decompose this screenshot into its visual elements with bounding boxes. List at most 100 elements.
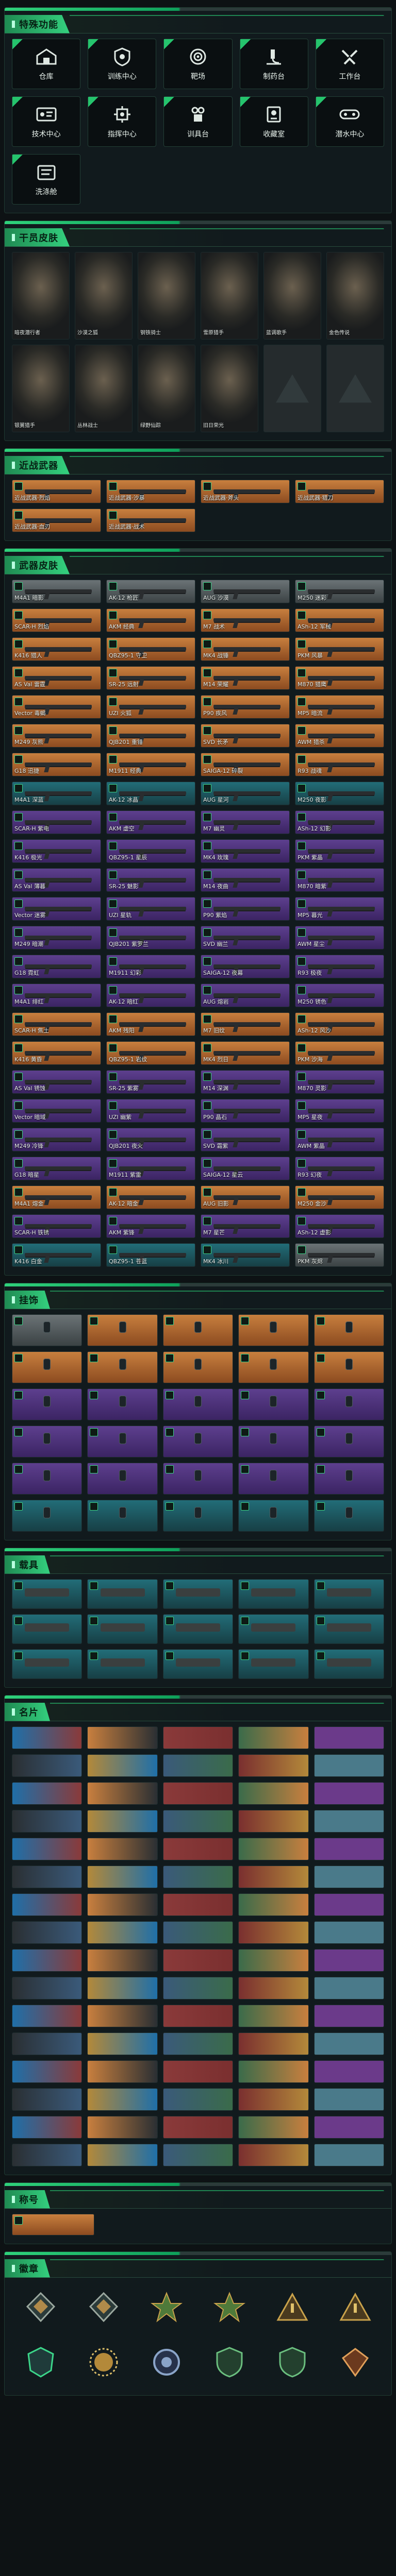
weapon-skin-tile[interactable]: AS Val 薄暮	[12, 868, 101, 892]
operator-skin-tile[interactable]: 丛林战士	[75, 345, 133, 432]
weapon-skin-tile[interactable]: PKM 风暴	[295, 637, 384, 661]
weapon-skin-tile[interactable]: AWM 星尘	[295, 926, 384, 950]
weapon-skin-tile[interactable]: G18 暗星	[12, 1157, 101, 1180]
weapon-skin-tile[interactable]: SR-25 远射	[106, 666, 195, 690]
weapon-skin-tile[interactable]: K416 猎人	[12, 637, 101, 661]
function-collection-button[interactable]: 收藏室	[239, 96, 308, 147]
charm-tile[interactable]	[162, 1351, 234, 1383]
operator-skin-tile[interactable]: 沙漠之狐	[75, 252, 133, 340]
vehicle-skin-tile[interactable]	[12, 1614, 82, 1644]
weapon-skin-tile[interactable]: G18 霓虹	[12, 955, 101, 978]
charm-tile[interactable]	[162, 1314, 234, 1346]
name-card-tile[interactable]	[12, 1726, 82, 1749]
weapon-skin-tile[interactable]: AS Val 锈蚀	[12, 1070, 101, 1094]
weapon-skin-tile[interactable]: M870 猎鹰	[295, 666, 384, 690]
weapon-skin-tile[interactable]: M4A1 绯红	[12, 984, 101, 1007]
weapon-skin-tile[interactable]: AUG 旧影	[201, 1185, 290, 1209]
name-card-tile[interactable]	[162, 2032, 234, 2055]
function-workbench-button[interactable]: 工作台	[315, 39, 384, 89]
name-card-tile[interactable]	[12, 1754, 82, 1777]
emblem-tile[interactable]	[75, 2337, 133, 2387]
weapon-skin-tile[interactable]: SCAR-H 焦土	[12, 1012, 101, 1036]
weapon-skin-tile[interactable]: MK4 冰川	[201, 1243, 290, 1267]
operator-skin-tile[interactable]: 旧日荣光	[201, 345, 258, 432]
weapon-skin-tile[interactable]: QJB201 夜火	[106, 1128, 195, 1151]
name-card-tile[interactable]	[12, 2032, 82, 2055]
weapon-skin-tile[interactable]: Vector 毒蝎	[12, 695, 101, 719]
name-card-tile[interactable]	[314, 1726, 384, 1749]
weapon-skin-tile[interactable]: AK-12 暗红	[106, 984, 195, 1007]
weapon-skin-tile[interactable]: QBZ95-1 岩纹	[106, 1041, 195, 1065]
emblem-tile[interactable]	[201, 2283, 258, 2332]
vehicle-skin-tile[interactable]	[162, 1649, 234, 1679]
weapon-skin-tile[interactable]: Vector 暗域	[12, 1099, 101, 1123]
name-card-tile[interactable]	[87, 1977, 158, 1999]
name-card-tile[interactable]	[162, 1726, 234, 1749]
name-card-tile[interactable]	[314, 2116, 384, 2139]
weapon-skin-tile[interactable]: P90 疾风	[201, 695, 290, 719]
function-wash-button[interactable]: 洗涤舱	[12, 154, 81, 205]
weapon-skin-tile[interactable]: UZI 幽紫	[106, 1099, 195, 1123]
operator-skin-tile[interactable]: 金色传说	[326, 252, 384, 340]
weapon-skin-tile[interactable]: SAIGA-12 星云	[201, 1157, 290, 1180]
name-card-tile[interactable]	[314, 2005, 384, 2027]
vehicle-skin-tile[interactable]	[12, 1649, 82, 1679]
name-card-tile[interactable]	[162, 2116, 234, 2139]
charm-tile[interactable]	[12, 1351, 82, 1383]
charm-tile[interactable]	[238, 1388, 309, 1420]
vehicle-skin-tile[interactable]	[238, 1579, 309, 1609]
name-card-tile[interactable]	[162, 1866, 234, 1888]
name-card-tile[interactable]	[162, 1949, 234, 1972]
function-microscope-button[interactable]: 制药台	[239, 39, 308, 89]
weapon-skin-tile[interactable]: R93 幻夜	[295, 1157, 384, 1180]
operator-skin-tile[interactable]: 绿野仙踪	[138, 345, 195, 432]
name-card-tile[interactable]	[87, 1893, 158, 1916]
melee-skin-tile[interactable]: 近战武器·斧头	[201, 480, 290, 503]
name-card-tile[interactable]	[87, 1754, 158, 1777]
weapon-skin-tile[interactable]: P90 紫焰	[201, 897, 290, 921]
name-card-tile[interactable]	[238, 1726, 309, 1749]
weapon-skin-tile[interactable]: M250 夜影	[295, 782, 384, 805]
charm-tile[interactable]	[314, 1500, 384, 1532]
weapon-skin-tile[interactable]: PKM 灰烬	[295, 1243, 384, 1267]
name-card-tile[interactable]	[162, 1754, 234, 1777]
name-card-tile[interactable]	[87, 2144, 158, 2166]
weapon-skin-tile[interactable]: Vector 迷雾	[12, 897, 101, 921]
weapon-skin-tile[interactable]: SCAR-H 烈焰	[12, 608, 101, 632]
weapon-skin-tile[interactable]: M7 幽灵	[201, 810, 290, 834]
name-card-tile[interactable]	[87, 2032, 158, 2055]
weapon-skin-tile[interactable]: AWM 猎杀	[295, 724, 384, 748]
name-card-tile[interactable]	[162, 2144, 234, 2166]
name-card-tile[interactable]	[314, 1782, 384, 1805]
emblem-tile[interactable]	[138, 2337, 195, 2387]
name-card-tile[interactable]	[238, 2144, 309, 2166]
function-crafting-button[interactable]: 训具台	[163, 96, 233, 147]
weapon-skin-tile[interactable]: M14 夜曲	[201, 868, 290, 892]
vehicle-skin-tile[interactable]	[314, 1649, 384, 1679]
charm-tile[interactable]	[314, 1426, 384, 1458]
charm-tile[interactable]	[87, 1426, 158, 1458]
name-card-tile[interactable]	[12, 1838, 82, 1860]
charm-tile[interactable]	[87, 1463, 158, 1495]
name-card-tile[interactable]	[12, 1949, 82, 1972]
name-card-tile[interactable]	[314, 2144, 384, 2166]
operator-skin-tile[interactable]: 蓝调歌手	[263, 252, 321, 340]
function-warehouse-button[interactable]: 仓库	[12, 39, 81, 89]
name-card-tile[interactable]	[314, 2088, 384, 2111]
name-card-tile[interactable]	[12, 1977, 82, 1999]
vehicle-skin-tile[interactable]	[12, 1579, 82, 1609]
weapon-skin-tile[interactable]: SAIGA-12 碎裂	[201, 753, 290, 776]
charm-tile[interactable]	[87, 1351, 158, 1383]
weapon-skin-tile[interactable]: MK4 战锤	[201, 637, 290, 661]
charm-tile[interactable]	[162, 1463, 234, 1495]
weapon-skin-tile[interactable]: M870 灵影	[295, 1070, 384, 1094]
name-card-tile[interactable]	[314, 1921, 384, 1944]
weapon-skin-tile[interactable]: M7 星芒	[201, 1214, 290, 1238]
operator-skin-tile[interactable]	[263, 345, 321, 432]
emblem-tile[interactable]	[138, 2283, 195, 2332]
name-card-tile[interactable]	[238, 1866, 309, 1888]
name-card-tile[interactable]	[87, 1949, 158, 1972]
melee-skin-tile[interactable]: 近战武器·烈焰	[12, 480, 101, 503]
charm-tile[interactable]	[162, 1426, 234, 1458]
name-card-tile[interactable]	[238, 2032, 309, 2055]
